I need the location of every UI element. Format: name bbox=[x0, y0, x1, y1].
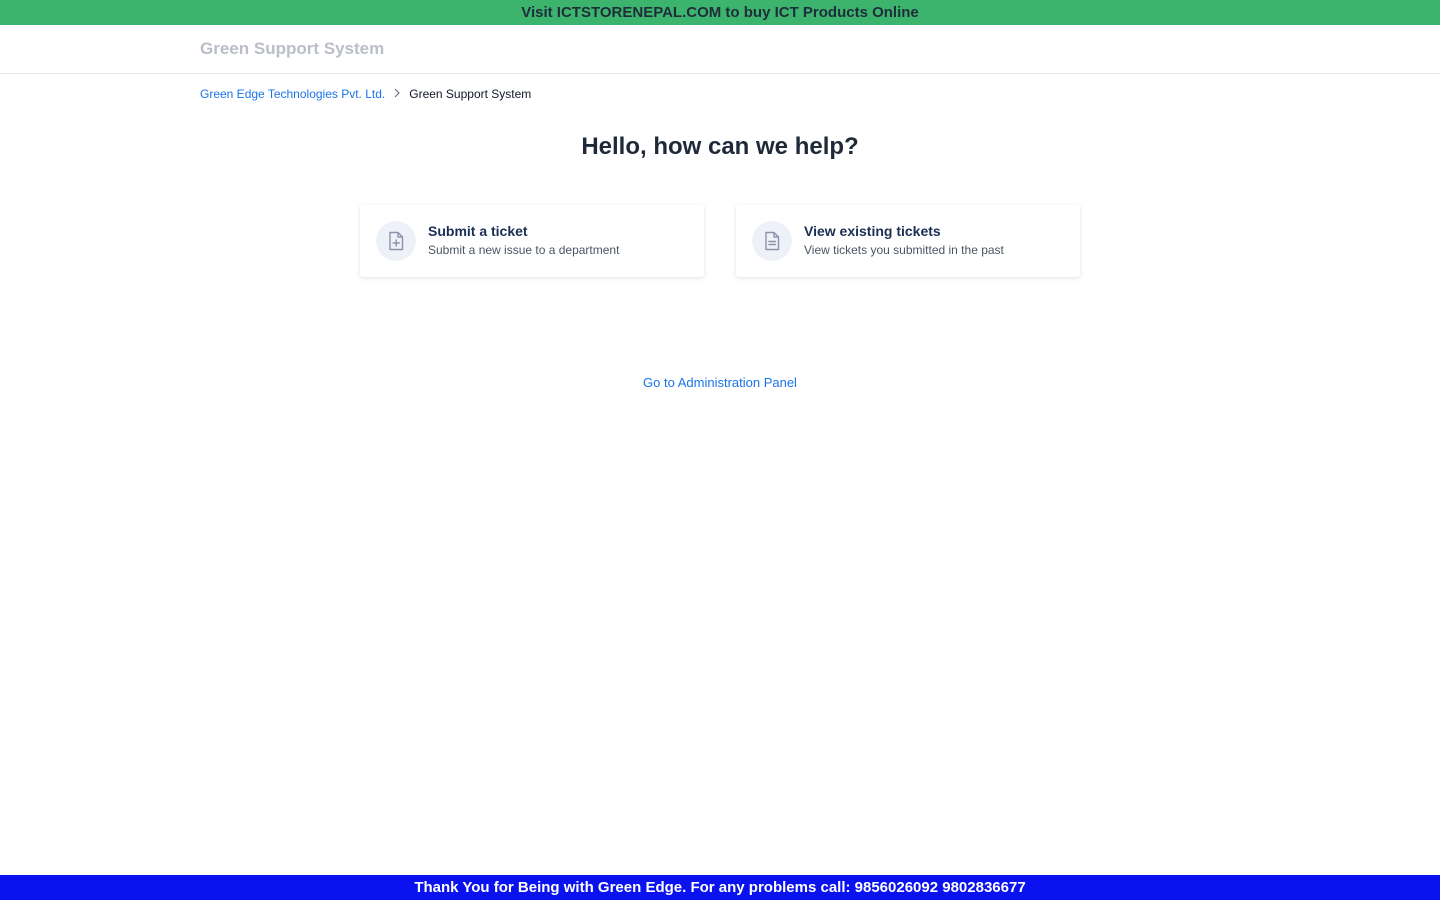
top-promo-banner: Visit ICTSTORENEPAL.COM to buy ICT Produ… bbox=[0, 0, 1440, 25]
page-title: Hello, how can we help? bbox=[581, 133, 859, 160]
view-tickets-subtitle: View tickets you submitted in the past bbox=[804, 243, 1004, 257]
footer-contact-banner: Thank You for Being with Green Edge. For… bbox=[0, 875, 1440, 900]
file-plus-icon bbox=[376, 221, 416, 261]
chevron-right-icon bbox=[393, 88, 401, 101]
file-text-icon bbox=[752, 221, 792, 261]
breadcrumb-item-current: Green Support System bbox=[409, 87, 532, 101]
submit-ticket-title: Submit a ticket bbox=[428, 223, 528, 239]
submit-ticket-subtitle: Submit a new issue to a department bbox=[428, 243, 620, 257]
view-tickets-card[interactable]: View existing tickets View tickets you s… bbox=[736, 205, 1080, 277]
brand-logo-text[interactable]: Green Support System bbox=[200, 39, 384, 59]
admin-panel-link[interactable]: Go to Administration Panel bbox=[0, 375, 1440, 390]
breadcrumb: Green Edge Technologies Pvt. Ltd. Green … bbox=[200, 87, 531, 101]
submit-ticket-card[interactable]: Submit a ticket Submit a new issue to a … bbox=[360, 205, 704, 277]
promo-link[interactable]: Visit ICTSTORENEPAL.COM to buy ICT Produ… bbox=[521, 4, 919, 21]
breadcrumb-item-company[interactable]: Green Edge Technologies Pvt. Ltd. bbox=[200, 87, 385, 101]
site-header: Green Support System bbox=[0, 25, 1440, 74]
view-tickets-title: View existing tickets bbox=[804, 223, 941, 239]
